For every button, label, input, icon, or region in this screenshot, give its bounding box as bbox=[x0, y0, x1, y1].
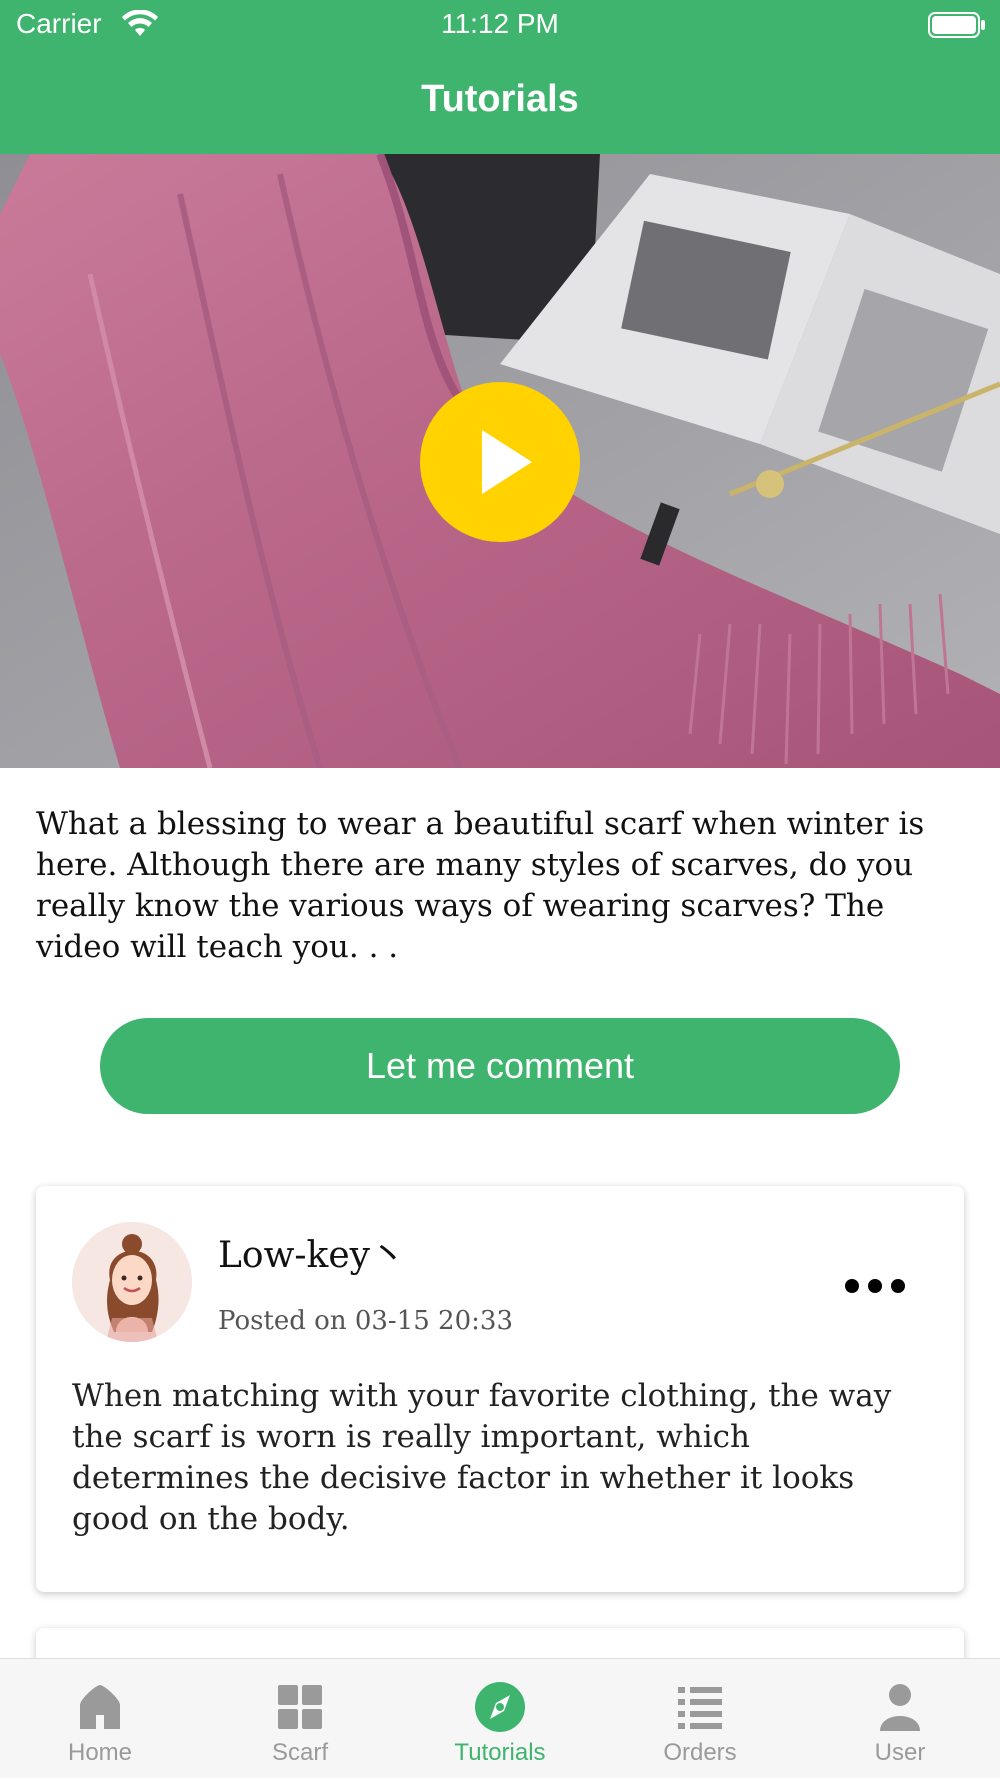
play-button[interactable] bbox=[420, 382, 580, 542]
status-time: 11:12 PM bbox=[441, 8, 559, 39]
comment-card: Low-key丶 Posted on 03-15 20:33 When matc… bbox=[36, 1186, 964, 1592]
list-icon bbox=[678, 1687, 722, 1729]
comment-timestamp: Posted on 03-15 20:33 bbox=[218, 1306, 513, 1336]
grid-icon bbox=[278, 1685, 322, 1729]
comment-text: When matching with your favorite clothin… bbox=[72, 1378, 892, 1537]
tab-home[interactable]: Home bbox=[0, 1659, 200, 1778]
tab-label-scarf: Scarf bbox=[271, 1739, 328, 1766]
header: Carrier 11:12 PM Tutorials bbox=[0, 0, 1000, 154]
battery-icon bbox=[928, 12, 985, 38]
home-icon bbox=[80, 1685, 120, 1729]
tab-orders[interactable]: Orders bbox=[600, 1659, 800, 1778]
tab-bar: Home Scarf Tutorials Orders User bbox=[0, 1658, 1000, 1778]
tab-label-home: Home bbox=[67, 1739, 133, 1766]
video-player[interactable] bbox=[0, 154, 1000, 768]
tab-user[interactable]: User bbox=[800, 1659, 1000, 1778]
play-icon bbox=[482, 430, 532, 494]
tab-scarf[interactable]: Scarf bbox=[200, 1659, 400, 1778]
tab-label-orders: Orders bbox=[663, 1739, 737, 1766]
tutorials-screen: Carrier 11:12 PM Tutorials What a blessi… bbox=[0, 0, 1000, 1778]
user-icon bbox=[880, 1684, 920, 1731]
comment-username[interactable]: Low-key丶 bbox=[218, 1226, 406, 1278]
page-title: Tutorials bbox=[421, 78, 579, 120]
avatar-image bbox=[72, 1222, 192, 1342]
more-options-icon[interactable] bbox=[840, 1274, 910, 1298]
status-bar: Carrier 11:12 PM bbox=[0, 0, 1000, 50]
avatar[interactable] bbox=[72, 1222, 192, 1342]
tab-label-tutorials: Tutorials bbox=[454, 1739, 546, 1766]
tab-tutorials[interactable]: Tutorials bbox=[400, 1659, 600, 1778]
compass-icon bbox=[475, 1682, 525, 1732]
tutorial-description: What a blessing to wear a beautiful scar… bbox=[36, 806, 925, 965]
let-me-comment-button[interactable]: Let me comment bbox=[100, 1018, 900, 1114]
tab-label-user: User bbox=[874, 1739, 926, 1766]
